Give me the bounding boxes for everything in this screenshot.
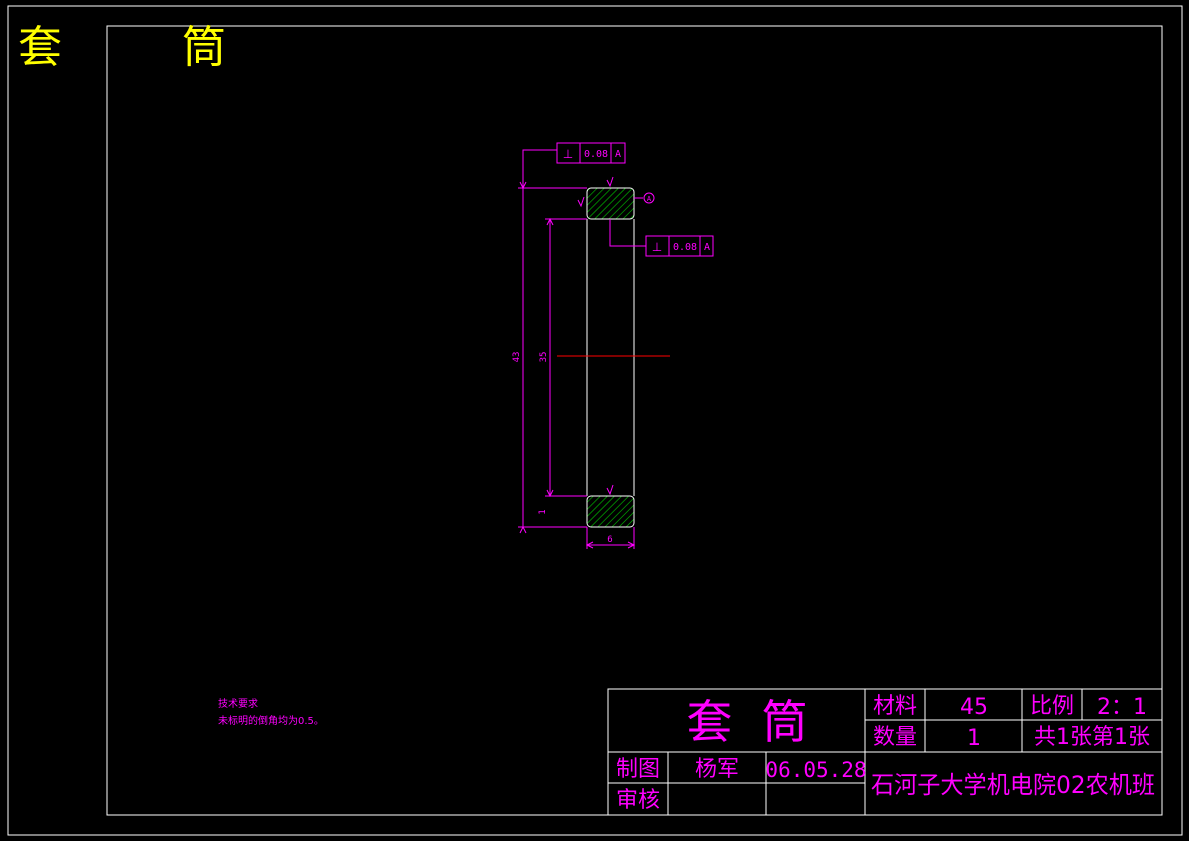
part-section-view [557,187,670,528]
scale-value: 2：1 [1097,695,1147,720]
dim-chamfer: 1 [538,509,548,514]
title-part-name: 套 筒 [686,695,807,749]
material-label: 材料 [873,694,917,719]
material-value: 45 [960,695,988,720]
tolerance-frame-1: ⊥ 0.08 A [556,142,626,164]
bottom-hatched-wall [586,495,635,528]
quantity-value: 1 [967,726,981,751]
drawn-date: 06.05.28 [765,758,866,782]
tech-notes-heading: 技术要求 [218,697,258,710]
dim-width: 6 [607,535,612,545]
quantity-label: 数量 [873,725,917,750]
corner-title-char-1: 套 [18,22,62,73]
tolerance-1-value: 0.08 [584,149,608,160]
outer-border [7,5,1183,836]
tolerance-1-datum: A [615,149,621,160]
tolerance-1-symbol: ⊥ [563,147,573,161]
scale-label: 比例 [1030,694,1074,719]
organization: 石河子大学机电院02农机班 [871,771,1155,799]
review-label: 审核 [616,788,660,813]
top-hatched-wall [586,187,635,220]
datum-label: A [647,195,652,203]
tolerance-frame-2: ⊥ 0.08 A [645,235,714,257]
drawn-name: 杨军 [695,757,739,782]
sheet-info: 共1张第1张 [1034,725,1150,750]
corner-title-char-2: 筒 [182,22,226,73]
cad-drawing-canvas: 套 筒 43 35 1 6 A ⊥ 0.08 A ⊥ 0.08 A 技术要求 未… [7,5,1183,836]
tolerance-2-symbol: ⊥ [652,240,662,254]
tech-notes-line-1: 未标明的倒角均为0.5。 [218,714,324,727]
tolerance-2-datum: A [704,242,710,253]
drawn-label: 制图 [616,757,660,782]
dim-inner-height: 35 [539,352,549,363]
dim-overall-height: 43 [512,352,522,363]
tolerance-2-value: 0.08 [673,242,697,253]
